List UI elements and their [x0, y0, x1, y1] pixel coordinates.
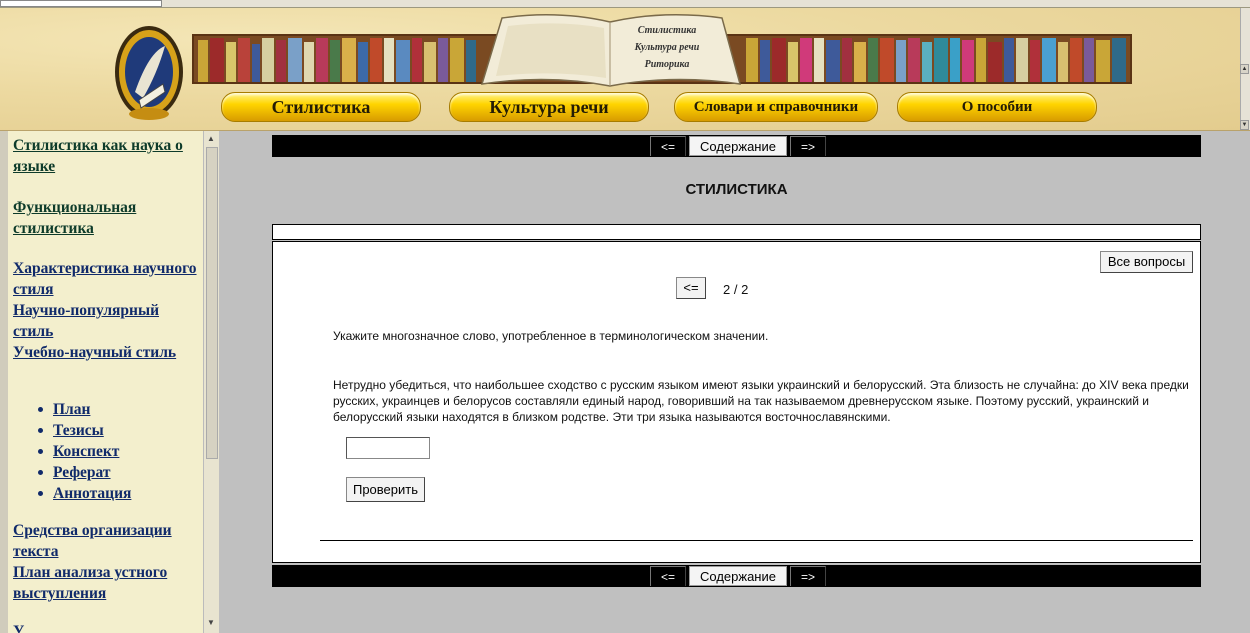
sidebar-link-oral-analysis[interactable]: План анализа устного выступления	[13, 562, 198, 604]
page-title: СТИЛИСТИКА	[685, 181, 788, 198]
sidebar-sublink-plan[interactable]: План	[53, 399, 90, 420]
open-book-caption: Стилистика Культура речи Риторика	[612, 22, 722, 73]
bullet-icon	[38, 407, 43, 412]
sidebar-sublink-essay[interactable]: Реферат	[53, 462, 111, 483]
bullet-icon	[38, 491, 43, 496]
bullet-icon	[38, 470, 43, 475]
open-book-line: Стилистика	[637, 25, 697, 36]
sidebar-link-popular-science[interactable]: Научно-популярный стиль	[13, 300, 198, 342]
sidebar-link-text-organization[interactable]: Средства организации текста	[13, 520, 198, 562]
scroll-down-icon[interactable]: ▼	[1240, 120, 1249, 130]
question-text: Укажите многозначное слово, употребленно…	[333, 329, 769, 343]
open-book-line: Культура речи	[634, 42, 700, 53]
bottom-nav-bar: <= Содержание =>	[272, 565, 1201, 587]
open-book-line: Риторика	[644, 59, 690, 70]
sidebar-sublink-synopsis[interactable]: Конспект	[53, 441, 119, 462]
divider	[320, 540, 1193, 541]
site-header: ▲ ▼ Стилистика Культура речи Риторика Ст…	[0, 0, 1250, 131]
next-page-button[interactable]: =>	[790, 136, 826, 156]
sidebar-link-stylistics-science[interactable]: Стилистика как наука о языке	[13, 135, 198, 177]
top-nav-bar: <= Содержание =>	[272, 135, 1201, 157]
contents-button[interactable]: Содержание	[689, 136, 787, 156]
scrollbar-thumb[interactable]	[206, 147, 218, 459]
sidebar: Стилистика как наука о языке Функциональ…	[8, 131, 204, 633]
nav-dictionaries-button[interactable]: Словари и справочники	[674, 92, 878, 122]
sidebar-link-functional-stylistics[interactable]: Функциональная стилистика	[13, 197, 198, 239]
scroll-up-icon[interactable]: ▲	[1240, 64, 1249, 74]
contents-button[interactable]: Содержание	[689, 566, 787, 586]
bullet-icon	[38, 449, 43, 454]
sidebar-link-cut-off: У	[13, 623, 25, 633]
bullet-icon	[38, 428, 43, 433]
prev-page-button[interactable]: <=	[650, 566, 686, 586]
prev-page-button[interactable]: <=	[650, 136, 686, 156]
nav-stylistics-button[interactable]: Стилистика	[221, 92, 421, 122]
sidebar-scrollbar[interactable]: ▲ ▼	[203, 131, 219, 633]
prev-question-button[interactable]: <=	[676, 277, 706, 299]
question-counter: 2 / 2	[723, 282, 749, 297]
scroll-up-icon[interactable]: ▲	[206, 133, 216, 145]
next-page-button[interactable]: =>	[790, 566, 826, 586]
answer-input[interactable]	[346, 437, 430, 459]
nav-speech-culture-button[interactable]: Культура речи	[449, 92, 649, 122]
check-button[interactable]: Проверить	[346, 477, 425, 502]
sidebar-link-educational-science[interactable]: Учебно-научный стиль	[13, 342, 198, 363]
sidebar-link-scientific-style[interactable]: Характеристика научного стиля	[13, 258, 198, 300]
sidebar-sublink-theses[interactable]: Тезисы	[53, 420, 104, 441]
scroll-down-icon[interactable]: ▼	[206, 617, 216, 629]
site-logo	[115, 26, 183, 120]
sidebar-sublink-abstract[interactable]: Аннотация	[53, 483, 131, 504]
browser-tab[interactable]	[0, 0, 162, 7]
browser-top-strip	[0, 0, 1250, 8]
header-scrollbar[interactable]: ▲ ▼	[1240, 8, 1250, 130]
nav-about-button[interactable]: О пособии	[897, 92, 1097, 122]
empty-strip	[272, 224, 1201, 240]
all-questions-button[interactable]: Все вопросы	[1100, 251, 1193, 273]
passage-text: Нетрудно убедиться, что наибольшее сходс…	[333, 378, 1189, 424]
